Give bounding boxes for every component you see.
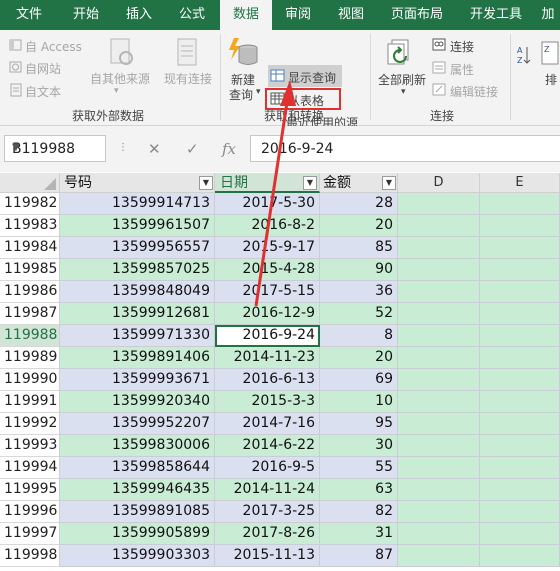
- cell-date[interactable]: 2016-9-24: [215, 325, 320, 347]
- annotation-arrow: [254, 80, 296, 307]
